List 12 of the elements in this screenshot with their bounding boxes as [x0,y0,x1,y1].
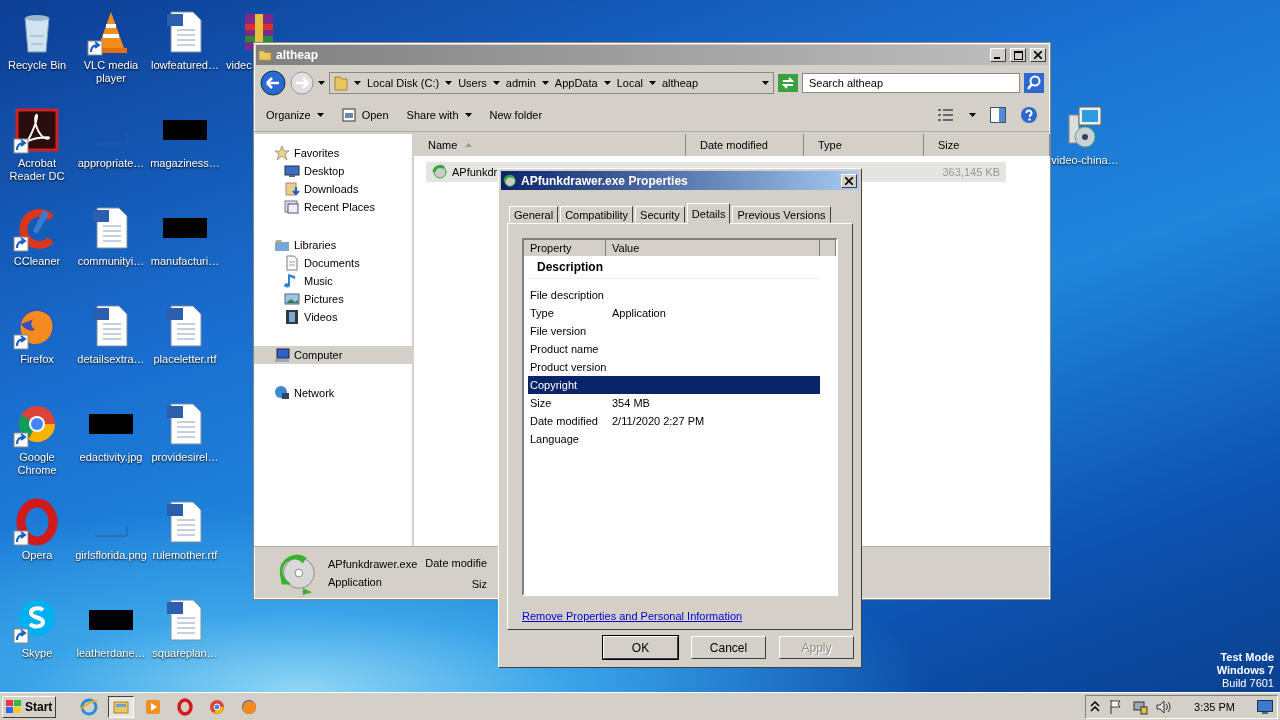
os-watermark-text: Windows 7 [1216,664,1274,677]
detail-label: Date modifie [425,556,488,569]
os-watermark-text: Build 7601 [1222,677,1274,690]
file-size: 363,145 KB [942,166,1000,178]
file-name: APfunkdr [452,166,498,178]
file-type: Application [328,576,383,588]
file-name: APfunkdrawer.exe [328,558,418,570]
detail-label: Siz [471,577,488,590]
group-header: Description [528,256,820,279]
dialog-title: APfunkdrawer.exe Properties [521,173,689,188]
window-title: altheap [276,48,319,62]
os-watermark-text: Test Mode [1220,651,1274,664]
